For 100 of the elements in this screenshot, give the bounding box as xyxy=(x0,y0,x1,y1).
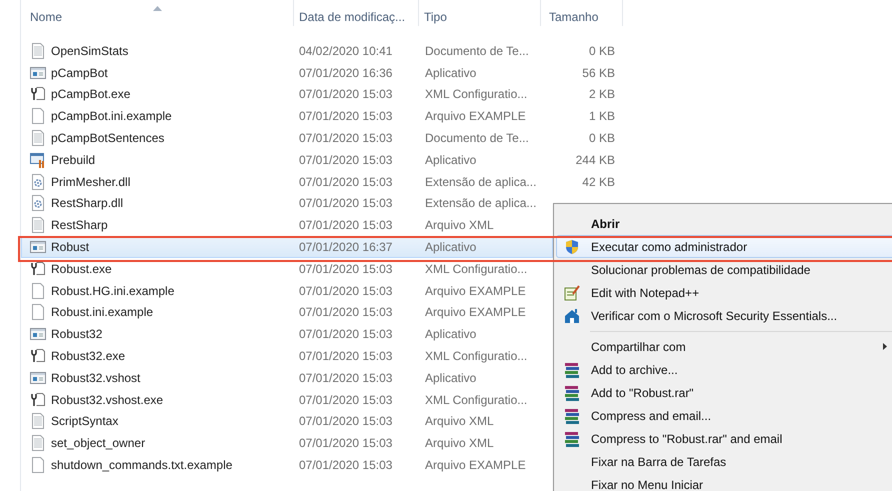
file-row[interactable]: PrimMesher.dll 07/01/2020 15:03 Extensão de aplica... 42 KB xyxy=(21,170,623,193)
gear-document-icon xyxy=(30,174,46,190)
modified-date: 07/01/2020 15:03 xyxy=(299,109,392,124)
modified-date: 07/01/2020 16:37 xyxy=(299,240,392,254)
menu-item[interactable]: Compress to "Robust.rar" and email xyxy=(556,427,892,450)
file-name: Robust xyxy=(51,240,90,254)
file-row[interactable]: pCampBot.ini.example 07/01/2020 15:03 Arquivo EXAMPLE 1 KB xyxy=(21,105,623,128)
file-name: pCampBot.exe xyxy=(51,87,130,102)
file-type: Aplicativo xyxy=(425,370,476,385)
application-icon xyxy=(30,370,46,386)
file-row[interactable]: pCampBotSentences 07/01/2020 15:03 Documento de Te... 0 KB xyxy=(21,127,623,149)
archive-books-icon xyxy=(564,430,580,446)
modified-date: 07/01/2020 15:03 xyxy=(299,305,392,320)
modified-date: 07/01/2020 15:03 xyxy=(299,131,392,146)
file-name: pCampBot xyxy=(51,66,108,80)
column-header[interactable]: Tipo xyxy=(419,0,541,26)
config-file-icon xyxy=(30,86,46,102)
file-type: Documento de Te... xyxy=(425,44,529,58)
menu-label: Compartilhar com xyxy=(591,340,686,354)
menu-item[interactable]: Compartilhar com xyxy=(556,335,892,358)
file-row[interactable]: Robust32.exe 07/01/2020 15:03 XML Configuratio... xyxy=(21,345,553,367)
file-type: Extensão de aplica... xyxy=(425,174,536,189)
menu-item[interactable]: Add to archive... xyxy=(556,358,892,381)
text-document-icon xyxy=(30,42,46,59)
file-row[interactable]: Robust.ini.example 07/01/2020 15:03 Arquivo EXAMPLE xyxy=(21,302,553,324)
document-icon xyxy=(30,304,46,320)
modified-date: 07/01/2020 15:03 xyxy=(299,152,392,167)
file-name: pCampBot.ini.example xyxy=(51,109,172,124)
file-row[interactable]: pCampBot.exe 07/01/2020 15:03 XML Configuratio... 2 KB xyxy=(21,84,623,106)
modified-date: 07/01/2020 15:03 xyxy=(299,87,392,102)
installer-icon xyxy=(30,152,46,168)
menu-label: Verificar com o Microsoft Security Essentials... xyxy=(591,308,838,322)
file-name: OpenSimStats xyxy=(51,44,128,58)
file-row[interactable]: Robust.exe 07/01/2020 15:03 XML Configuratio... xyxy=(21,258,553,280)
menu-item[interactable]: Fixar no Menu Iniciar xyxy=(556,473,892,491)
menu-label: Compress to "Robust.rar" and email xyxy=(591,432,782,446)
modified-date: 07/01/2020 15:03 xyxy=(299,392,392,407)
file-name: Prebuild xyxy=(51,152,96,167)
file-row[interactable]: pCampBot 07/01/2020 16:36 Aplicativo 56 KB xyxy=(21,62,623,84)
modified-date: 07/01/2020 15:03 xyxy=(299,218,392,232)
file-row[interactable]: ScriptSyntax 07/01/2020 15:03 Arquivo XML xyxy=(21,410,553,432)
text-document-icon xyxy=(30,217,46,234)
application-icon xyxy=(30,239,46,256)
file-name: RestSharp xyxy=(51,218,108,232)
menu-item[interactable]: Edit with Notepad++ xyxy=(556,281,892,304)
menu-label: Edit with Notepad++ xyxy=(591,286,700,300)
menu-label: Add to archive... xyxy=(591,362,678,376)
file-row[interactable]: Robust32.vshost.exe 07/01/2020 15:03 XML Configuratio... xyxy=(21,388,553,411)
file-name: Robust32.vshost xyxy=(51,370,140,385)
file-type: Arquivo XML xyxy=(425,436,494,450)
menu-item[interactable]: Fixar na Barra de Tarefas xyxy=(556,450,892,473)
menu-item[interactable]: Abrir xyxy=(556,212,892,235)
file-row[interactable]: OpenSimStats 04/02/2020 10:41 Documento de Te... 0 KB xyxy=(21,40,623,62)
application-icon xyxy=(30,64,46,81)
file-row[interactable]: RestSharp.dll 07/01/2020 15:03 Extensão de aplica... xyxy=(21,192,553,214)
file-type: Arquivo EXAMPLE xyxy=(425,305,526,320)
file-type: Arquivo EXAMPLE xyxy=(425,284,526,298)
file-row[interactable]: shutdown_commands.txt.example 07/01/2020 15:03 Arquivo EXAMPLE xyxy=(21,454,553,476)
menu-label: Abrir xyxy=(591,216,620,230)
file-row[interactable]: RestSharp 07/01/2020 15:03 Arquivo XML xyxy=(21,214,553,236)
file-row[interactable]: set_object_owner 07/01/2020 15:03 Arquivo XML xyxy=(21,432,553,454)
file-row[interactable]: Robust32 07/01/2020 15:03 Aplicativo xyxy=(21,323,553,346)
document-icon xyxy=(30,282,46,299)
file-type: Arquivo EXAMPLE xyxy=(425,109,526,124)
gear-document-icon xyxy=(30,195,46,212)
file-row[interactable]: Robust 07/01/2020 16:37 Aplicativo xyxy=(21,236,553,258)
modified-date: 07/01/2020 16:36 xyxy=(299,66,392,80)
column-header[interactable]: Tamanho xyxy=(541,0,623,26)
file-size: 42 KB xyxy=(582,174,615,189)
file-row[interactable]: Robust.HG.ini.example 07/01/2020 15:03 Arquivo EXAMPLE xyxy=(21,280,553,302)
menu-item[interactable]: Executar como administrador xyxy=(556,235,892,258)
column-header[interactable]: Nome xyxy=(21,0,294,26)
file-name: Robust32.vshost.exe xyxy=(51,392,164,407)
menu-label: Solucionar problemas de compatibilidade xyxy=(591,262,810,276)
file-type: XML Configuratio... xyxy=(425,87,528,102)
menu-label: Fixar no Menu Iniciar xyxy=(591,478,704,491)
menu-item[interactable]: Solucionar problemas de compatibilidade xyxy=(556,258,892,281)
text-document-icon xyxy=(30,435,46,452)
file-type: Aplicativo xyxy=(425,327,476,342)
menu-item[interactable]: Compress and email... xyxy=(556,404,892,427)
menu-label: Compress and email... xyxy=(591,408,712,422)
file-row[interactable]: Robust32.vshost 07/01/2020 15:03 Aplicativo xyxy=(21,366,553,389)
column-header[interactable]: Data de modificaç... xyxy=(294,0,419,26)
menu-item[interactable]: Add to "Robust.rar" xyxy=(556,381,892,404)
modified-date: 07/01/2020 15:03 xyxy=(299,196,392,210)
file-name: Robust32 xyxy=(51,327,102,342)
file-size: 244 KB xyxy=(576,152,615,167)
file-size: 2 KB xyxy=(588,87,615,102)
file-type: Aplicativo xyxy=(425,66,476,80)
modified-date: 07/01/2020 15:03 xyxy=(299,370,392,385)
file-type: Aplicativo xyxy=(425,152,476,167)
menu-item[interactable]: Verificar com o Microsoft Security Essentials... xyxy=(556,304,892,327)
archive-books-icon xyxy=(564,408,580,424)
file-name: Robust.exe xyxy=(51,262,112,276)
file-name: PrimMesher.dll xyxy=(51,174,130,189)
modified-date: 07/01/2020 15:03 xyxy=(299,458,392,472)
file-row[interactable]: Prebuild 07/01/2020 15:03 Aplicativo 244 KB xyxy=(21,148,623,171)
sort-arrow-icon xyxy=(153,6,162,11)
text-document-icon xyxy=(30,130,46,146)
file-name: Robust.HG.ini.example xyxy=(51,284,174,298)
